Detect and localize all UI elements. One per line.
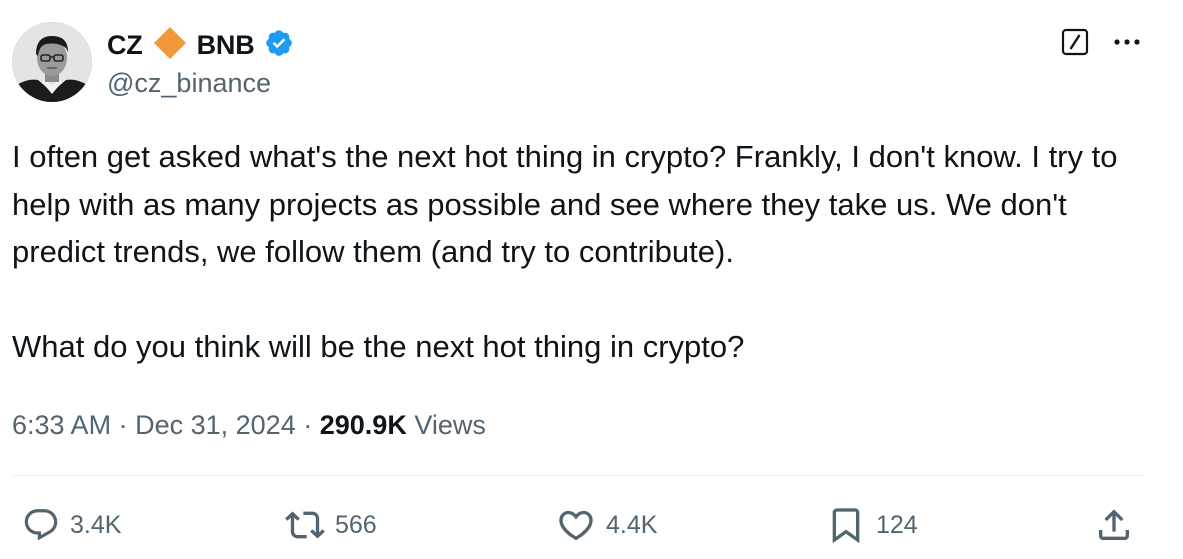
- views-count: 290.9K: [319, 410, 407, 440]
- tweet-text: I often get asked what's the next hot th…: [12, 133, 1152, 371]
- tweet-paragraph: I often get asked what's the next hot th…: [12, 139, 1118, 269]
- tweet-time[interactable]: 6:33 AM: [12, 410, 111, 440]
- author-name-row[interactable]: CZ BNB: [107, 25, 294, 65]
- reply-count: 3.4K: [70, 510, 122, 539]
- repost-button[interactable]: 566: [285, 503, 377, 547]
- tweet-date[interactable]: Dec 31, 2024: [135, 410, 296, 440]
- author-name-second[interactable]: BNB: [197, 25, 255, 65]
- repost-icon: [285, 505, 325, 545]
- grok-icon[interactable]: [1061, 28, 1089, 56]
- more-icon[interactable]: [1111, 28, 1143, 56]
- author-handle[interactable]: @cz_binance: [107, 65, 271, 101]
- like-count: 4.4K: [606, 510, 658, 539]
- like-button[interactable]: 4.4K: [556, 503, 657, 547]
- meta-separator: ·: [303, 410, 313, 440]
- bookmark-count: 124: [876, 510, 918, 539]
- bookmark-icon: [826, 505, 866, 545]
- author-name-first[interactable]: CZ: [107, 25, 143, 65]
- top-actions: [1061, 28, 1143, 56]
- repost-count: 566: [335, 510, 377, 539]
- heart-icon: [556, 505, 596, 545]
- reply-icon: [22, 506, 60, 544]
- tweet-paragraph: What do you think will be the next hot t…: [12, 329, 745, 364]
- views-label: Views: [414, 410, 486, 440]
- share-icon: [1094, 505, 1134, 545]
- reply-button[interactable]: 3.4K: [22, 503, 121, 547]
- diamond-icon: [152, 25, 188, 66]
- avatar-image: [12, 22, 92, 102]
- share-button[interactable]: [1094, 503, 1134, 547]
- bookmark-button[interactable]: 124: [826, 503, 918, 547]
- meta-separator: ·: [118, 410, 128, 440]
- verified-badge-icon[interactable]: [264, 28, 294, 63]
- tweet-meta: 6:33 AM · Dec 31, 2024 · 290.9K Views: [12, 405, 486, 445]
- divider: [12, 475, 1144, 476]
- avatar[interactable]: [12, 22, 92, 102]
